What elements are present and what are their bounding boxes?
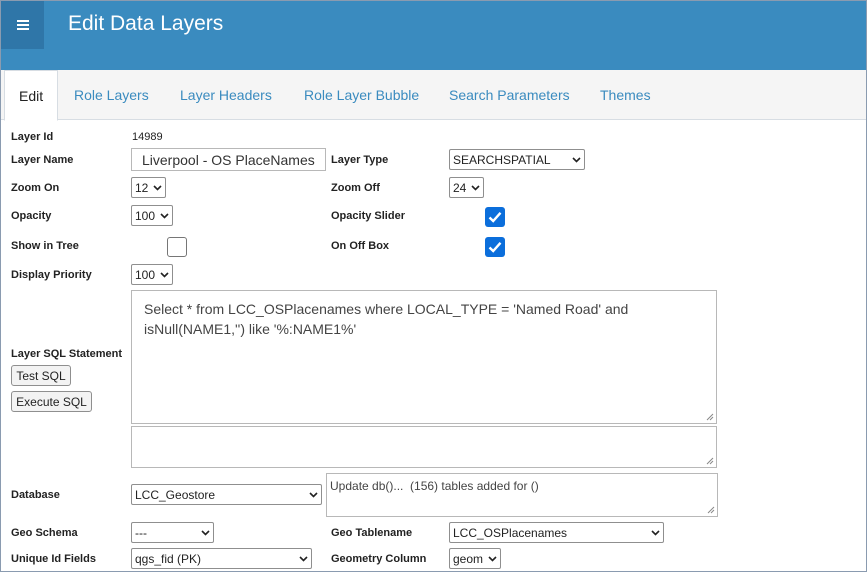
chevron-down-icon	[471, 184, 480, 191]
layer-type-label: Layer Type	[331, 154, 389, 166]
tab-layer-headers[interactable]: Layer Headers	[180, 70, 272, 120]
chevron-down-icon	[299, 555, 308, 562]
zoom-off-select[interactable]: 24	[449, 177, 484, 198]
database-value: LCC_Geostore	[135, 487, 216, 502]
layer-sql-text: Select * from LCC_OSPlacenames where LOC…	[144, 301, 629, 337]
geometry-column-label: Geometry Column	[331, 553, 427, 565]
tab-role-layers[interactable]: Role Layers	[74, 70, 149, 120]
chevron-down-icon	[201, 529, 210, 536]
zoom-on-value: 12	[135, 180, 149, 195]
opacity-value: 100	[135, 208, 156, 223]
opacity-select[interactable]: 100	[131, 205, 173, 226]
test-sql-button[interactable]: Test SQL	[11, 365, 71, 386]
resize-grip-icon	[707, 506, 715, 514]
chevron-down-icon	[160, 271, 169, 278]
layer-name-label: Layer Name	[11, 154, 74, 166]
page-header: Edit Data Layers	[1, 1, 866, 70]
layer-sql-textarea[interactable]: Select * from LCC_OSPlacenames where LOC…	[131, 290, 717, 424]
hamburger-menu-icon	[16, 20, 29, 30]
zoom-on-label: Zoom On	[11, 182, 60, 194]
geometry-column-select[interactable]: geom	[449, 548, 501, 569]
database-status-textarea[interactable]: Update db()... (156) tables added for ()	[326, 473, 718, 517]
show-in-tree-label: Show in Tree	[11, 240, 79, 252]
zoom-on-select[interactable]: 12	[131, 177, 166, 198]
chevron-down-icon	[153, 184, 162, 191]
unique-id-fields-select[interactable]: qgs_fid (PK)	[131, 548, 312, 569]
display-priority-select[interactable]: 100	[131, 264, 173, 285]
tab-themes[interactable]: Themes	[600, 70, 651, 120]
resize-grip-icon	[706, 413, 714, 421]
geo-schema-label: Geo Schema	[11, 527, 78, 539]
execute-sql-button[interactable]: Execute SQL	[11, 391, 92, 412]
database-label: Database	[11, 489, 60, 501]
unique-id-fields-value: qgs_fid (PK)	[135, 551, 202, 566]
tab-role-layer-bubble[interactable]: Role Layer Bubble	[304, 70, 419, 120]
display-priority-value: 100	[135, 267, 156, 282]
geo-tablename-select[interactable]: LCC_OSPlacenames	[449, 522, 664, 543]
checkmark-icon	[488, 242, 502, 253]
database-status-text: Update db()... (156) tables added for ()	[330, 479, 539, 493]
chevron-down-icon	[651, 529, 660, 536]
layer-id-label: Layer Id	[11, 131, 54, 143]
show-in-tree-checkbox[interactable]	[167, 237, 187, 257]
display-priority-label: Display Priority	[11, 269, 92, 281]
chevron-down-icon	[572, 156, 581, 163]
checkmark-icon	[488, 212, 502, 223]
menu-button[interactable]	[1, 1, 44, 49]
chevron-down-icon	[309, 491, 318, 498]
chevron-down-icon	[488, 555, 497, 562]
geo-schema-select[interactable]: ---	[131, 522, 214, 543]
zoom-off-value: 24	[453, 180, 467, 195]
tab-search-parameters[interactable]: Search Parameters	[449, 70, 570, 120]
zoom-off-label: Zoom Off	[331, 182, 380, 194]
opacity-slider-label: Opacity Slider	[331, 210, 405, 222]
geo-tablename-value: LCC_OSPlacenames	[453, 525, 568, 540]
chevron-down-icon	[160, 212, 169, 219]
sql-secondary-textarea[interactable]	[131, 426, 717, 468]
layer-name-input[interactable]	[131, 148, 326, 171]
unique-id-fields-label: Unique Id Fields	[11, 553, 96, 565]
layer-sql-label: Layer SQL Statement	[11, 348, 123, 360]
tab-edit[interactable]: Edit	[4, 70, 59, 121]
geo-tablename-label: Geo Tablename	[331, 527, 413, 539]
layer-type-value: SEARCHSPATIAL	[453, 152, 551, 167]
on-off-box-label: On Off Box	[331, 240, 390, 252]
database-select[interactable]: LCC_Geostore	[131, 484, 322, 505]
geo-schema-value: ---	[135, 525, 147, 540]
layer-id-value: 14989	[132, 131, 163, 143]
opacity-label: Opacity	[11, 210, 52, 222]
layer-type-select[interactable]: SEARCHSPATIAL	[449, 149, 585, 170]
resize-grip-icon	[706, 457, 714, 465]
page-title: Edit Data Layers	[68, 12, 224, 35]
tab-bar: Edit Role Layers Layer Headers Role Laye…	[1, 70, 866, 121]
opacity-slider-checkbox[interactable]	[485, 207, 505, 227]
geometry-column-value: geom	[453, 551, 484, 566]
on-off-box-checkbox[interactable]	[485, 237, 505, 257]
